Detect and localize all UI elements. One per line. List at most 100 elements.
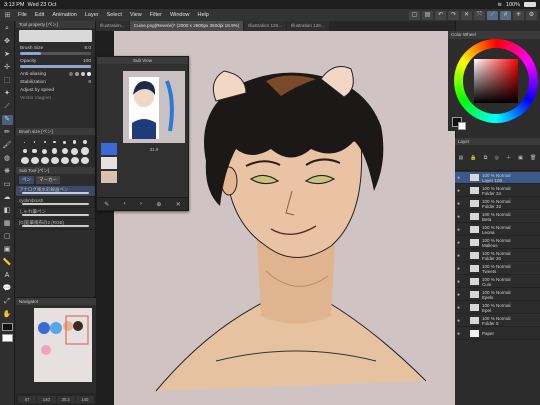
eye-icon[interactable]: ●	[455, 292, 462, 298]
fill-icon[interactable]: ◧	[2, 206, 13, 216]
tab-cuine[interactable]: Cuine.png(Reverie)* (2000 x 2800px 350dp…	[129, 21, 244, 31]
tab-illustration-3[interactable]: Illustration 126...	[286, 21, 329, 31]
layer-row[interactable]: ● 100 % Normal Beta	[455, 211, 540, 223]
snap-special-icon[interactable]: ✳	[513, 10, 524, 20]
eyedropper-icon[interactable]: ✎	[104, 201, 109, 208]
correct-line-icon[interactable]: ⤢	[2, 297, 13, 307]
eye-icon[interactable]: ●	[455, 266, 462, 272]
pen-icon[interactable]: ✎	[1, 115, 13, 125]
sub-color-swatch[interactable]	[1, 334, 13, 342]
new-folder-icon[interactable]: ▣	[518, 155, 523, 161]
menu-file[interactable]: File	[14, 12, 31, 18]
prev-icon[interactable]: ‹	[124, 201, 126, 207]
airbrush-icon[interactable]: ◍	[2, 154, 13, 164]
sub-tool-item[interactable]: アナログ風水彩線画ペン	[16, 186, 95, 197]
brush-dot[interactable]	[30, 147, 39, 155]
eyedropper-icon[interactable]: ⟋	[2, 102, 13, 112]
menu-view[interactable]: View	[126, 12, 146, 18]
save-icon[interactable]: ▤	[422, 10, 433, 20]
eye-icon[interactable]: ●	[455, 279, 462, 285]
menu-window[interactable]: Window	[166, 12, 194, 18]
layer-row[interactable]: ● 100 % Normal Folder 5	[455, 315, 540, 327]
nav-angle-value[interactable]: 140	[75, 395, 94, 403]
sub-tool-item[interactable]: cyokmbrush	[16, 197, 95, 208]
brush-dot[interactable]	[30, 156, 39, 164]
blend-mode-icon[interactable]: ▤	[459, 155, 464, 161]
nav-rotate-value[interactable]: 140	[37, 395, 56, 403]
clear-icon[interactable]: ✕	[461, 10, 472, 20]
redo-icon[interactable]: ↷	[448, 10, 459, 20]
layer-row[interactable]: ● 100 % Normal Epels	[455, 289, 540, 301]
brush-dot[interactable]	[60, 156, 69, 164]
eye-icon[interactable]: ●	[455, 175, 462, 181]
undo-icon[interactable]: ↶	[435, 10, 446, 20]
saturation-value-square[interactable]	[474, 59, 518, 103]
gradient-icon[interactable]: ▦	[2, 219, 13, 229]
navigator-preview[interactable]	[34, 308, 92, 382]
text-icon[interactable]: A	[2, 271, 13, 281]
eraser-icon[interactable]: ▭	[2, 180, 13, 190]
tab-illustration-1[interactable]: Illustration...	[96, 21, 129, 31]
sub-tool-tab-marker[interactable]: マーカー	[36, 176, 60, 184]
delete-layer-icon[interactable]: 🗑	[530, 155, 536, 161]
thumbnail[interactable]	[101, 171, 117, 183]
brush-size-slider[interactable]	[20, 52, 91, 55]
blend-icon[interactable]: ☁	[2, 193, 13, 203]
eye-icon[interactable]: ●	[455, 253, 462, 259]
layer-row[interactable]: ● 100 % Normal Cuin	[455, 276, 540, 288]
snap-ruler-icon[interactable]: ⟋	[487, 10, 498, 20]
selection-icon[interactable]: ⬚	[2, 76, 13, 86]
layer-row[interactable]: ● 100 % Normal Epel	[455, 302, 540, 314]
stabilization-row[interactable]: Stabilization 8	[16, 78, 95, 86]
menu-animation[interactable]: Animation	[48, 12, 80, 18]
brush-dot[interactable]	[60, 138, 69, 146]
new-layer-icon[interactable]: ＋	[506, 154, 511, 161]
layer-row[interactable]: ● Paper	[455, 328, 540, 340]
brush-dot[interactable]	[50, 156, 59, 164]
balloon-icon[interactable]: 💬	[2, 284, 13, 294]
brush-dot[interactable]	[20, 156, 29, 164]
brush-dot[interactable]	[70, 156, 79, 164]
brush-size-row[interactable]: Brush Size 8.0	[16, 44, 95, 52]
opacity-slider[interactable]	[20, 65, 91, 68]
figure-icon[interactable]: ▢	[2, 232, 13, 242]
thumbnail[interactable]	[101, 143, 117, 155]
brush-dot[interactable]	[50, 147, 59, 155]
transform-icon[interactable]: ⤧	[474, 10, 485, 20]
layer-row[interactable]: ● 100 % Normal Malleus	[455, 237, 540, 249]
sub-tool-item[interactable]: [G]鉛筆風布の2 (RGB)	[16, 219, 95, 230]
delete-icon[interactable]: ✕	[176, 201, 181, 208]
layer-row[interactable]: ● 100 % Normal Folder 33	[455, 198, 540, 210]
eye-icon[interactable]: ●	[455, 240, 462, 246]
sub-tool-item[interactable]: しゃれ筆ペン	[16, 208, 95, 219]
layer-move-icon[interactable]: ✢	[2, 63, 13, 73]
brush-dot[interactable]	[40, 156, 49, 164]
eye-icon[interactable]: ●	[455, 188, 462, 194]
layer-row[interactable]: ● 100 % Normal Folder 34	[455, 185, 540, 197]
menu-filter[interactable]: Filter	[146, 12, 166, 18]
eye-icon[interactable]: ●	[455, 305, 462, 311]
brush-dot[interactable]	[40, 147, 49, 155]
decoration-icon[interactable]: ❋	[2, 167, 13, 177]
brush-dot[interactable]	[30, 138, 39, 146]
anti-aliasing-row[interactable]: Anti-aliasing	[16, 70, 95, 78]
nav-zoom-value[interactable]: 67	[18, 395, 37, 403]
brush-dot[interactable]	[80, 156, 89, 164]
brush-dot[interactable]	[20, 138, 29, 146]
clip-icon[interactable]: ⧉	[484, 155, 488, 161]
layer-row[interactable]: ● 100 % Normal Folder 20	[455, 250, 540, 262]
main-color-swatch[interactable]	[1, 323, 13, 331]
layer-row[interactable]: ● 100 % Normal Tweets	[455, 263, 540, 275]
next-icon[interactable]: ›	[140, 201, 142, 207]
snap-grid-icon[interactable]: #	[500, 10, 511, 20]
lock-icon[interactable]: 🔒	[470, 155, 476, 161]
brush-dot[interactable]	[40, 138, 49, 146]
vector-magnet-row[interactable]: Vector magnet	[16, 94, 95, 102]
layer-row[interactable]: ● 100 % Normal Layer 108	[455, 172, 540, 184]
brush-icon[interactable]: 🖌	[2, 141, 13, 151]
eye-icon[interactable]: ●	[455, 201, 462, 207]
auto-select-icon[interactable]: ✦	[2, 89, 13, 99]
brush-dot[interactable]	[70, 147, 79, 155]
app-menu-icon[interactable]: ⊞	[3, 11, 12, 20]
opacity-row[interactable]: Opacity 100	[16, 57, 95, 65]
